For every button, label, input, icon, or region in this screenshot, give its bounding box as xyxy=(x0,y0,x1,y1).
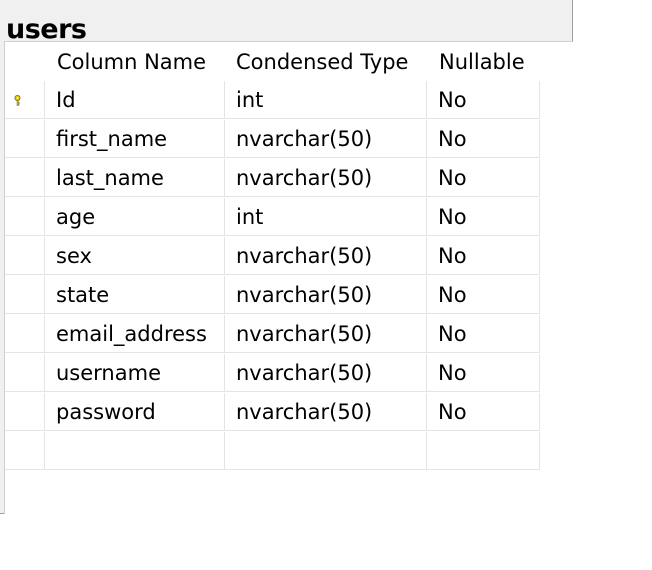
grid-header-row: Column Name Condensed Type Nullable xyxy=(5,42,540,81)
cell-condensed-type[interactable]: int xyxy=(225,81,427,119)
table-row[interactable]: last_name nvarchar(50) No xyxy=(5,159,540,198)
table-row[interactable]: Id int No xyxy=(5,81,540,120)
row-selector[interactable] xyxy=(5,81,45,119)
cell-column-name[interactable]: first_name xyxy=(45,120,225,158)
cell-condensed-type[interactable]: nvarchar(50) xyxy=(225,354,427,392)
cell-column-name[interactable]: sex xyxy=(45,237,225,275)
cell-nullable[interactable]: No xyxy=(427,198,540,236)
cell-column-name[interactable]: username xyxy=(45,354,225,392)
row-selector[interactable] xyxy=(5,276,45,314)
cell-column-name[interactable]: age xyxy=(45,198,225,236)
table-row[interactable]: username nvarchar(50) No xyxy=(5,354,540,393)
table-row[interactable]: first_name nvarchar(50) No xyxy=(5,120,540,159)
header-nullable[interactable]: Nullable xyxy=(427,42,540,81)
row-selector[interactable] xyxy=(5,354,45,392)
row-selector[interactable] xyxy=(5,393,45,431)
cell-nullable[interactable]: No xyxy=(427,237,540,275)
header-selector-cell xyxy=(5,42,45,81)
cell-nullable[interactable] xyxy=(427,432,540,470)
cell-condensed-type[interactable]: nvarchar(50) xyxy=(225,393,427,431)
table-row[interactable]: age int No xyxy=(5,198,540,237)
table-row[interactable]: password nvarchar(50) No xyxy=(5,393,540,432)
cell-condensed-type[interactable]: nvarchar(50) xyxy=(225,120,427,158)
header-condensed-type[interactable]: Condensed Type xyxy=(225,42,427,81)
cell-column-name[interactable]: email_address xyxy=(45,315,225,353)
cell-nullable[interactable]: No xyxy=(427,120,540,158)
row-selector[interactable] xyxy=(5,159,45,197)
row-selector[interactable] xyxy=(5,120,45,158)
cell-condensed-type[interactable]: nvarchar(50) xyxy=(225,276,427,314)
row-selector[interactable] xyxy=(5,315,45,353)
header-column-name[interactable]: Column Name xyxy=(45,42,225,81)
row-selector[interactable] xyxy=(5,432,45,470)
cell-column-name[interactable] xyxy=(45,432,225,470)
cell-nullable[interactable]: No xyxy=(427,315,540,353)
cell-condensed-type[interactable]: nvarchar(50) xyxy=(225,237,427,275)
cell-nullable[interactable]: No xyxy=(427,393,540,431)
cell-condensed-type[interactable]: int xyxy=(225,198,427,236)
cell-nullable[interactable]: No xyxy=(427,81,540,119)
cell-condensed-type[interactable] xyxy=(225,432,427,470)
cell-nullable[interactable]: No xyxy=(427,354,540,392)
cell-column-name[interactable]: password xyxy=(45,393,225,431)
table-designer-box: users Column Name Condensed Type Nullabl… xyxy=(0,0,573,514)
cell-column-name[interactable]: state xyxy=(45,276,225,314)
cell-nullable[interactable]: No xyxy=(427,276,540,314)
cell-column-name[interactable]: last_name xyxy=(45,159,225,197)
table-row[interactable]: sex nvarchar(50) No xyxy=(5,237,540,276)
row-selector[interactable] xyxy=(5,198,45,236)
cell-nullable[interactable]: No xyxy=(427,159,540,197)
table-row[interactable]: state nvarchar(50) No xyxy=(5,276,540,315)
cell-column-name[interactable]: Id xyxy=(45,81,225,119)
cell-condensed-type[interactable]: nvarchar(50) xyxy=(225,159,427,197)
column-grid-panel: Column Name Condensed Type Nullable Id i… xyxy=(4,41,573,514)
table-row-empty[interactable] xyxy=(5,432,540,471)
table-row[interactable]: email_address nvarchar(50) No xyxy=(5,315,540,354)
key-icon xyxy=(14,95,21,106)
cell-condensed-type[interactable]: nvarchar(50) xyxy=(225,315,427,353)
row-selector[interactable] xyxy=(5,237,45,275)
